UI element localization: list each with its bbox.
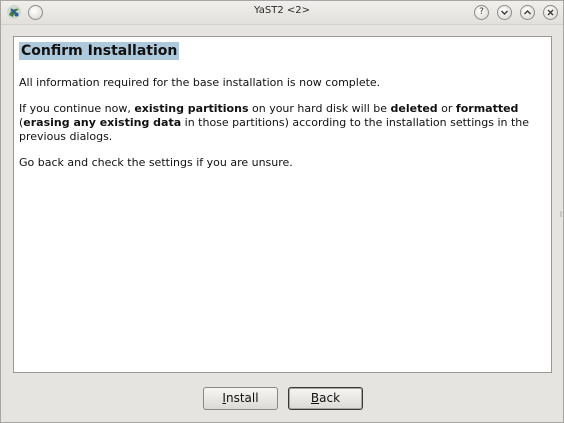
install-button[interactable]: Install: [203, 387, 278, 410]
bold-run: erasing any existing data: [23, 116, 182, 129]
chevron-up-icon: [524, 10, 531, 15]
text-run: on your hard disk will be: [248, 102, 391, 115]
info-paragraph: All information required for the base in…: [19, 76, 381, 89]
close-icon: [547, 9, 554, 16]
maximize-button[interactable]: [520, 5, 535, 20]
dialog-heading: Confirm Installation: [19, 42, 180, 60]
panel-splitter-grip[interactable]: [560, 211, 562, 217]
question-icon: ?: [479, 7, 484, 17]
chevron-down-icon: [501, 10, 508, 15]
help-button[interactable]: ?: [474, 5, 489, 20]
back-button[interactable]: Back: [288, 387, 363, 410]
button-label: nstall: [225, 391, 259, 405]
bold-run: deleted: [390, 102, 438, 115]
bold-run: existing partitions: [134, 102, 249, 115]
advice-paragraph: Go back and check the settings if you ar…: [19, 156, 293, 169]
text-run: If you continue now,: [19, 102, 135, 115]
button-label: ack: [319, 391, 341, 405]
title-bar[interactable]: YaST2 <2> ?: [1, 1, 563, 25]
rich-text-panel: Confirm Installation All information req…: [13, 36, 552, 373]
mnemonic-letter: B: [310, 391, 320, 405]
yast-window: YaST2 <2> ? Confirm Installation All inf…: [0, 0, 564, 423]
warning-paragraph: If you continue now, existing partitions…: [19, 102, 544, 144]
text-run: or: [437, 102, 456, 115]
bold-run: formatted: [455, 102, 519, 115]
close-button[interactable]: [543, 5, 558, 20]
minimize-button[interactable]: [497, 5, 512, 20]
